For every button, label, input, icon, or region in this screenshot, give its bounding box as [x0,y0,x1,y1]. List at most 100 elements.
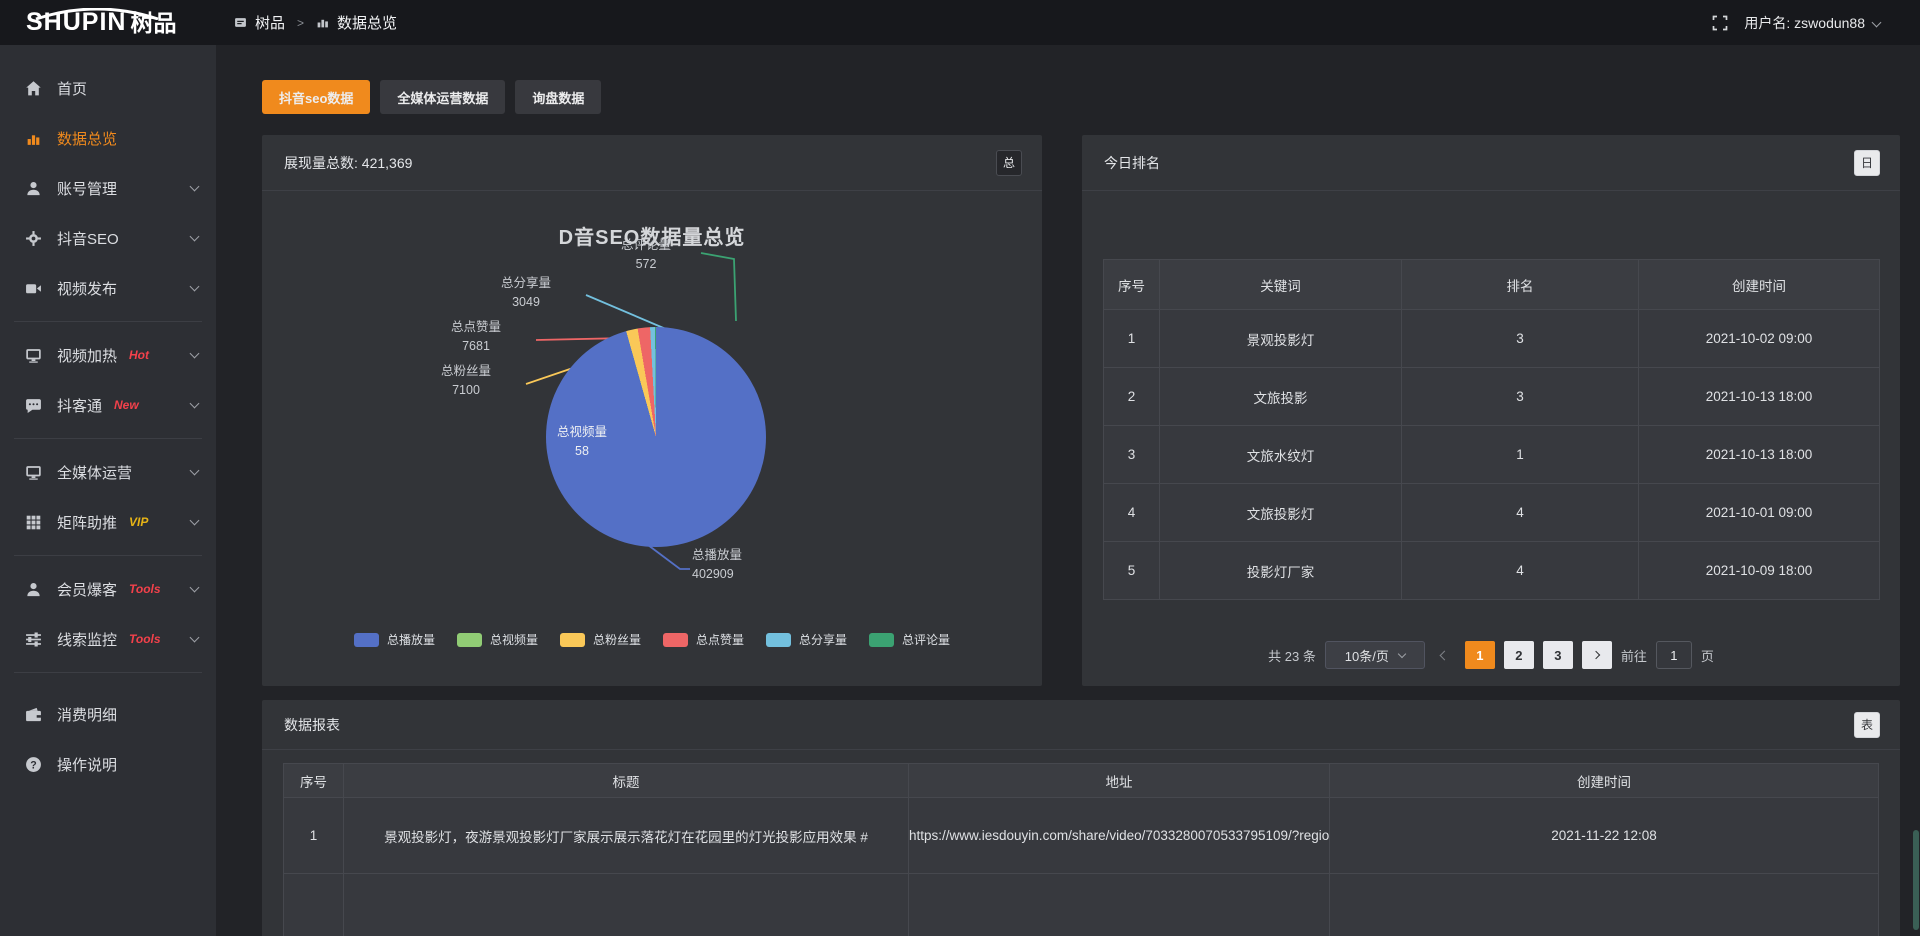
legend-item[interactable]: 总播放量 [354,631,435,648]
chevron-down-icon [1398,649,1406,657]
table-row [284,874,1879,936]
sidebar-item-data-overview[interactable]: 数据总览 [0,113,216,163]
sidebar-item-help[interactable]: ? 操作说明 [0,739,216,789]
page-button-1[interactable]: 1 [1465,641,1495,669]
scrollbar-thumb[interactable] [1913,830,1919,930]
sidebar-item-clue-monitor[interactable]: 线索监控 Tools [0,614,216,664]
next-page-button[interactable] [1582,641,1612,669]
chevron-down-icon [190,282,200,292]
sidebar-item-account[interactable]: 账号管理 [0,163,216,213]
question-circle-icon: ? [25,756,42,773]
report-panel-title: 数据报表 [284,715,340,735]
fullscreen-icon[interactable] [1712,15,1728,31]
chevron-down-icon [190,182,200,192]
svg-text:?: ? [30,759,36,771]
chevron-down-icon [190,633,200,643]
chevron-down-icon [190,466,200,476]
data-tabs: 抖音seo数据 全媒体运营数据 询盘数据 [262,80,601,114]
table-toggle-button[interactable]: 表 [1854,712,1880,738]
grid-icon [25,514,42,531]
pagination: 共 23 条 10条/页 1 2 3 前往 页 [1082,641,1900,669]
pie-label-videos: 总视频量58 [546,423,618,462]
col-header-index: 序号 [284,764,344,798]
gear-icon [25,230,42,247]
col-header-title: 标题 [344,764,909,798]
sidebar-item-label: 线索监控 [57,629,117,650]
table-header-row: 序号 标题 地址 创建时间 [284,764,1879,798]
chevron-down-icon [190,399,200,409]
legend-item[interactable]: 总粉丝量 [560,631,641,648]
breadcrumb: 树品 > 数据总览 [234,12,397,33]
bar-chart-icon [316,16,329,29]
table-row[interactable]: 1 景观投影灯，夜游景观投影灯厂家展示展示落花灯在花园里的灯光投影应用效果 # … [284,798,1879,874]
table-row[interactable]: 4文旅投影灯42021-10-01 09:00 [1104,484,1880,542]
topbar-right: 用户名: zswodun88 [1712,13,1920,33]
logo-arc-icon [28,8,166,20]
new-badge: New [114,398,139,412]
sidebar-divider [14,321,202,322]
col-header-keyword: 关键词 [1160,260,1402,310]
sidebar-item-member-leads[interactable]: 会员爆客 Tools [0,564,216,614]
page-button-3[interactable]: 3 [1543,641,1573,669]
page-size-select[interactable]: 10条/页 [1325,641,1425,669]
table-row[interactable]: 1景观投影灯32021-10-02 09:00 [1104,310,1880,368]
col-header-url: 地址 [909,764,1330,798]
sidebar-item-spend-detail[interactable]: 消费明细 [0,689,216,739]
sidebar-item-label: 账号管理 [57,178,117,199]
sidebar-item-label: 视频发布 [57,278,117,299]
today-ranking-panel: 今日排名 日 序号 关键词 排名 创建时间 1景观投影灯32021-10-02 … [1082,135,1900,686]
breadcrumb-root[interactable]: 树品 [255,12,285,33]
sidebar-item-home[interactable]: 首页 [0,63,216,113]
legend-item[interactable]: 总视频量 [457,631,538,648]
table-header-row: 序号 关键词 排名 创建时间 [1104,260,1880,310]
prev-page-button[interactable] [1434,652,1456,659]
tab-inquiry[interactable]: 询盘数据 [515,80,601,114]
sidebar-item-matrix-boost[interactable]: 矩阵助推 VIP [0,497,216,547]
sidebar-item-label: 视频加热 [57,345,117,366]
pie-label-likes: 总点赞量7681 [420,318,532,357]
col-header-rank: 排名 [1402,260,1639,310]
video-link[interactable]: https://www.iesdouyin.com/share/video/70… [909,798,1330,874]
day-toggle-button[interactable]: 日 [1854,150,1880,176]
table-row[interactable]: 2文旅投影32021-10-13 18:00 [1104,368,1880,426]
hot-badge: Hot [129,348,149,362]
data-report-panel: 数据报表 表 序号 标题 地址 创建时间 1 景观投影灯，夜游景观投影灯厂家展示… [262,700,1900,936]
page-size-value: 10条/页 [1345,646,1389,665]
jump-prefix-label: 前往 [1621,646,1647,665]
pie-label-shares: 总分享量3049 [470,274,582,313]
total-toggle-button[interactable]: 总 [996,150,1022,176]
sidebar-item-video-publish[interactable]: 视频发布 [0,263,216,313]
chevron-down-icon [190,583,200,593]
breadcrumb-current: 数据总览 [337,12,397,33]
sidebar-divider [14,438,202,439]
sidebar-item-omni-media[interactable]: 全媒体运营 [0,447,216,497]
user-menu[interactable]: 用户名: zswodun88 [1744,13,1880,33]
report-panel-header: 数据报表 表 [262,700,1900,750]
vip-badge: VIP [129,515,148,529]
sidebar-item-video-heat[interactable]: 视频加热 Hot [0,330,216,380]
page-button-2[interactable]: 2 [1504,641,1534,669]
pie-label-fans: 总粉丝量7100 [410,362,522,401]
video-camera-icon [25,280,42,297]
sidebar-divider [14,555,202,556]
table-row[interactable]: 5投影灯厂家42021-10-09 18:00 [1104,542,1880,600]
sidebar-item-douyin-seo[interactable]: 抖音SEO [0,213,216,263]
chevron-right-icon [1592,651,1600,659]
breadcrumb-separator: > [297,16,304,30]
board-icon [234,16,247,29]
pie-chart-area: D音SEO数据量总览 总评论量572 总分享量3049 总点赞量7681 总粉丝… [262,191,1042,686]
ranking-table: 序号 关键词 排名 创建时间 1景观投影灯32021-10-02 09:00 2… [1103,259,1880,600]
tab-douyin-seo[interactable]: 抖音seo数据 [262,80,370,114]
table-row[interactable]: 3文旅水纹灯12021-10-13 18:00 [1104,426,1880,484]
ranking-panel-title: 今日排名 [1104,153,1160,173]
main-content: 抖音seo数据 全媒体运营数据 询盘数据 展现量总数: 421,369 总 D音… [216,45,1920,936]
legend-item[interactable]: 总分享量 [766,631,847,648]
legend-item[interactable]: 总点赞量 [663,631,744,648]
pie-label-plays: 总播放量402909 [692,546,822,585]
legend-item[interactable]: 总评论量 [869,631,950,648]
report-table: 序号 标题 地址 创建时间 1 景观投影灯，夜游景观投影灯厂家展示展示落花灯在花… [283,763,1879,936]
jump-page-input[interactable] [1656,641,1692,669]
app-logo: SHUPIN 树品 [0,10,216,35]
sidebar-item-doketong[interactable]: 抖客通 New [0,380,216,430]
tab-omni-media[interactable]: 全媒体运营数据 [380,80,505,114]
